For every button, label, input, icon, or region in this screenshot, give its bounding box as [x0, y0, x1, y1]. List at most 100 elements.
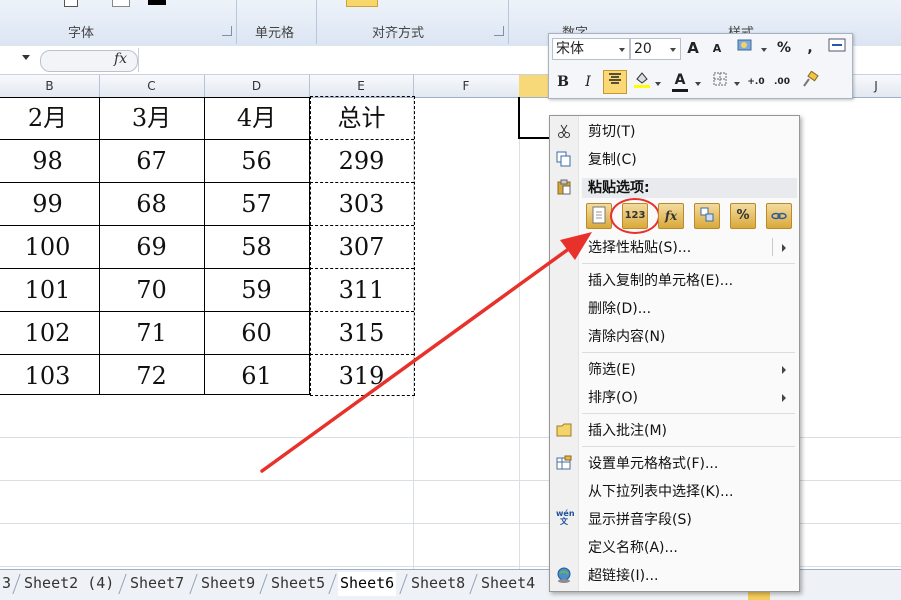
paste-formatting-button[interactable]: % — [730, 203, 756, 229]
table-cell[interactable]: 71 — [99, 312, 204, 355]
menu-item-format-cells[interactable]: 设置单元格格式(F)... — [588, 454, 718, 474]
menu-item-copy[interactable]: 复制(C) — [588, 150, 637, 170]
column-header-g[interactable] — [519, 75, 550, 97]
chevron-down-icon[interactable] — [734, 82, 740, 86]
merge-center-icon[interactable] — [826, 37, 848, 59]
table-cell[interactable]: 69 — [99, 226, 204, 269]
table-cell[interactable]: 59 — [204, 269, 309, 312]
table-cell[interactable]: 303 — [309, 183, 414, 226]
accounting-format-icon[interactable] — [734, 37, 756, 59]
ribbon-group-font-label: 字体 — [68, 26, 95, 41]
increase-decimal-button[interactable]: +.0 — [745, 71, 767, 93]
table-cell[interactable]: 56 — [204, 140, 309, 183]
comma-style-button[interactable]: , — [799, 37, 821, 59]
menu-item-show-phonetic[interactable]: 显示拼音字段(S) — [588, 510, 692, 530]
percent-style-button[interactable]: % — [773, 37, 795, 59]
menu-item-hyperlink[interactable]: 超链接(I)... — [588, 566, 658, 586]
format-cells-icon — [556, 455, 572, 471]
table-cell[interactable]: 99 — [0, 183, 100, 226]
align-center-icon[interactable] — [603, 70, 627, 94]
menu-item-clear-contents[interactable]: 清除内容(N) — [588, 327, 665, 347]
table-cell[interactable]: 307 — [309, 226, 414, 269]
submenu-arrow-icon[interactable] — [782, 244, 786, 252]
table-cell[interactable]: 299 — [309, 140, 414, 183]
column-header-c[interactable]: C — [99, 75, 205, 97]
column-header-j[interactable]: J — [851, 75, 901, 97]
table-cell[interactable]: 60 — [204, 312, 309, 355]
table-cell[interactable]: 319 — [309, 355, 414, 398]
table-header-cell[interactable]: 4月 — [204, 97, 309, 140]
fill-color-icon[interactable] — [631, 70, 653, 92]
table-header-cell[interactable]: 2月 — [0, 97, 100, 140]
table-header-cell[interactable]: 3月 — [99, 97, 204, 140]
table-header-cell[interactable]: 总计 — [309, 97, 414, 140]
table-cell[interactable]: 61 — [204, 355, 309, 398]
column-header-f[interactable]: F — [413, 75, 520, 97]
column-header-b[interactable]: B — [0, 75, 100, 97]
borders-icon[interactable] — [709, 71, 731, 93]
ribbon-top-icon[interactable] — [64, 0, 78, 7]
sheet-tab[interactable]: Sheet4 — [479, 572, 537, 594]
chevron-down-icon[interactable] — [655, 82, 661, 86]
paste-link-icon[interactable] — [766, 203, 792, 229]
chevron-down-icon[interactable] — [619, 48, 625, 52]
menu-item-sort[interactable]: 排序(O) — [588, 388, 638, 408]
table-cell[interactable]: 311 — [309, 269, 414, 312]
sheet-tab[interactable]: Sheet8 — [409, 572, 467, 594]
ribbon-separator — [236, 0, 237, 44]
sheet-tab[interactable]: Sheet5 — [269, 572, 327, 594]
table-cell[interactable]: 103 — [0, 355, 100, 398]
table-cell[interactable]: 72 — [99, 355, 204, 398]
font-dialog-launcher-icon[interactable] — [222, 26, 232, 36]
table-cell[interactable]: 57 — [204, 183, 309, 226]
shrink-font-button[interactable]: A — [706, 38, 728, 60]
menu-item-cut[interactable]: 剪切(T) — [588, 122, 635, 142]
chevron-down-icon[interactable] — [695, 82, 701, 86]
menu-item-filter[interactable]: 筛选(E) — [588, 360, 636, 380]
font-color-button[interactable]: A — [669, 69, 691, 91]
table-cell[interactable]: 101 — [0, 269, 100, 312]
table-cell[interactable]: 100 — [0, 226, 100, 269]
paste-transpose-icon[interactable] — [694, 203, 720, 229]
sheet-tab[interactable]: Sheet7 — [128, 572, 186, 594]
table-cell[interactable]: 102 — [0, 312, 100, 355]
sheet-tab[interactable]: Sheet9 — [199, 572, 257, 594]
name-box-dropdown-icon[interactable] — [22, 55, 30, 60]
decrease-decimal-button[interactable]: .00 — [771, 71, 793, 93]
table-cell[interactable]: 315 — [309, 312, 414, 355]
sheet-tab-active[interactable]: Sheet6 — [338, 572, 397, 596]
submenu-arrow-icon[interactable] — [782, 394, 786, 402]
table-cell[interactable]: 98 — [0, 140, 100, 183]
ribbon-top-icon[interactable] — [148, 0, 166, 5]
ribbon-top-icon[interactable] — [346, 0, 378, 7]
menu-item-pick-from-list[interactable]: 从下拉列表中选择(K)... — [588, 482, 733, 502]
grow-font-button[interactable]: A — [682, 37, 704, 59]
menu-item-delete[interactable]: 删除(D)... — [588, 299, 651, 319]
insert-function-icon[interactable]: fx — [114, 51, 127, 67]
active-cell[interactable] — [518, 97, 552, 139]
ribbon-top-icon[interactable] — [112, 0, 130, 7]
menu-item-insert-comment[interactable]: 插入批注(M) — [588, 421, 667, 441]
chevron-down-icon[interactable] — [670, 48, 676, 52]
menu-item-insert-copied[interactable]: 插入复制的单元格(E)... — [588, 271, 733, 291]
paste-formulas-button[interactable]: fx — [658, 203, 684, 229]
column-header-d[interactable]: D — [204, 75, 310, 97]
submenu-arrow-icon[interactable] — [782, 366, 786, 374]
table-cell[interactable]: 58 — [204, 226, 309, 269]
alignment-dialog-launcher-icon[interactable] — [494, 26, 504, 36]
sheet-tab[interactable]: 3 — [0, 572, 13, 594]
bold-button[interactable]: B — [552, 71, 574, 93]
column-header-e[interactable]: E — [309, 75, 414, 97]
format-painter-icon[interactable] — [799, 70, 821, 93]
paste-icon[interactable] — [586, 203, 612, 229]
phonetic-icon: wén 文 — [556, 509, 575, 526]
sheet-tab[interactable]: Sheet2 (4) — [22, 572, 116, 594]
menu-item-paste-special[interactable]: 选择性粘贴(S)... — [588, 238, 691, 258]
table-cell[interactable]: 70 — [99, 269, 204, 312]
chevron-down-icon[interactable] — [761, 48, 767, 52]
menu-item-define-name[interactable]: 定义名称(A)... — [588, 538, 678, 558]
table-cell[interactable]: 67 — [99, 140, 204, 183]
italic-button[interactable]: I — [577, 71, 599, 93]
table-cell[interactable]: 68 — [99, 183, 204, 226]
ribbon-separator — [508, 0, 509, 44]
